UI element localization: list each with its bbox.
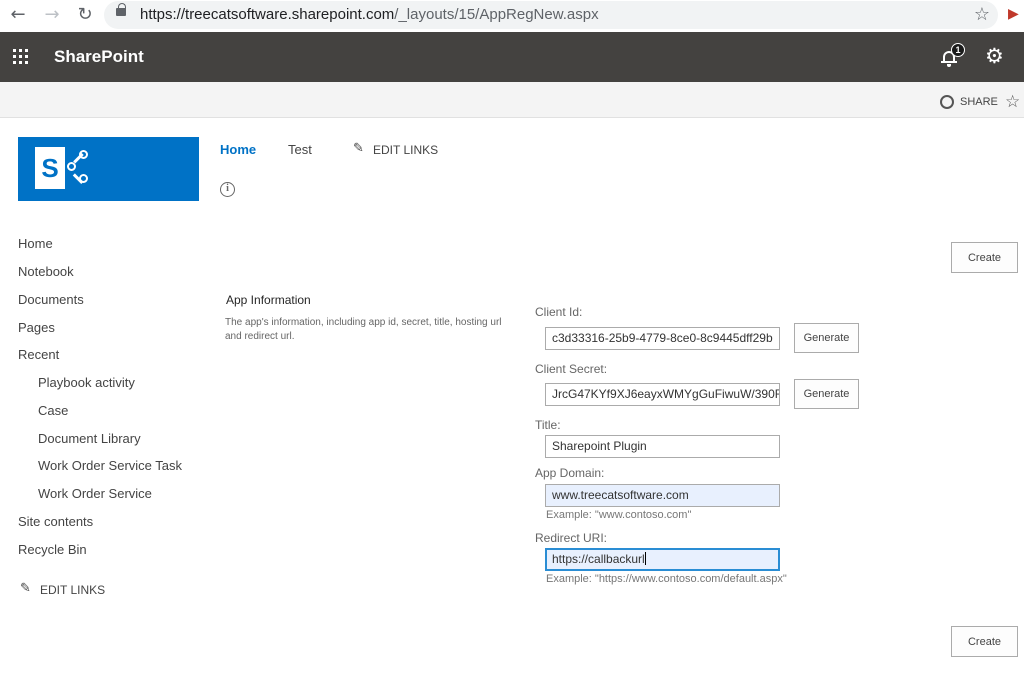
leftnav-case[interactable]: Case	[38, 403, 68, 418]
app-domain-value: www.treecatsoftware.com	[552, 488, 689, 502]
forward-arrow-icon[interactable]: →	[40, 4, 64, 26]
brand-title[interactable]: SharePoint	[54, 47, 144, 67]
title-label: Title:	[535, 418, 561, 432]
leftnav-pages[interactable]: Pages	[18, 320, 55, 335]
back-arrow-icon[interactable]: ←	[6, 4, 30, 26]
leftnav-notebook[interactable]: Notebook	[18, 264, 74, 279]
leftnav-work-order-service-task[interactable]: Work Order Service Task	[38, 458, 182, 473]
app-launcher-icon[interactable]	[13, 49, 29, 65]
gear-icon[interactable]: ⚙	[985, 44, 1004, 68]
pencil-icon[interactable]: ✎	[353, 141, 364, 156]
title-value: Sharepoint Plugin	[552, 439, 647, 453]
url-host: https://treecatsoftware.sharepoint.com	[140, 6, 395, 23]
extension-icon[interactable]: ▶	[1008, 6, 1019, 22]
leftnav-documents[interactable]: Documents	[18, 292, 84, 307]
client-secret-label: Client Secret:	[535, 362, 608, 376]
create-button-bottom[interactable]: Create	[951, 626, 1018, 657]
logo-network-graphic	[65, 150, 93, 184]
leftnav-recycle-bin[interactable]: Recycle Bin	[18, 542, 87, 557]
pencil-icon[interactable]: ✎	[20, 581, 31, 596]
follow-star-icon[interactable]: ☆	[1005, 92, 1020, 112]
browser-toolbar: ← → ↻ https://treecatsoftware.sharepoint…	[0, 0, 1024, 32]
leftnav-recent[interactable]: Recent	[18, 347, 59, 362]
share-bar: SHARE ☆	[0, 82, 1024, 118]
share-icon[interactable]	[940, 95, 954, 109]
client-id-label: Client Id:	[535, 305, 583, 319]
client-id-field[interactable]: c3d33316-25b9-4779-8ce0-8c9445dff29b	[545, 327, 780, 350]
client-secret-value: JrcG47KYf9XJ6eayxWMYgGuFiwuW/390FK4	[552, 387, 780, 401]
redirect-uri-value: https://callbackurl	[552, 552, 645, 566]
app-domain-label: App Domain:	[535, 466, 605, 480]
topnav-home[interactable]: Home	[220, 142, 256, 157]
topnav-test[interactable]: Test	[288, 142, 312, 157]
url-path: /_layouts/15/AppRegNew.aspx	[394, 6, 599, 23]
section-description: The app's information, including app id,…	[225, 317, 502, 342]
leftnav-home[interactable]: Home	[18, 236, 53, 251]
create-button-top[interactable]: Create	[951, 242, 1018, 273]
address-bar[interactable]: https://treecatsoftware.sharepoint.com/_…	[104, 1, 998, 29]
generate-client-secret-button[interactable]: Generate	[794, 379, 859, 409]
site-logo[interactable]: S	[18, 137, 199, 201]
leftnav-edit-links[interactable]: EDIT LINKS	[40, 583, 105, 597]
client-id-value: c3d33316-25b9-4779-8ce0-8c9445dff29b	[552, 331, 773, 345]
section-title: App Information	[226, 293, 311, 307]
client-secret-field[interactable]: JrcG47KYf9XJ6eayxWMYgGuFiwuW/390FK4	[545, 383, 780, 406]
star-icon[interactable]: ☆	[974, 4, 990, 25]
app-domain-field[interactable]: www.treecatsoftware.com	[545, 484, 780, 507]
redirect-uri-label: Redirect URI:	[535, 531, 608, 545]
topnav-edit-links[interactable]: EDIT LINKS	[373, 143, 438, 157]
leftnav-work-order-service[interactable]: Work Order Service	[38, 486, 152, 501]
generate-client-id-button[interactable]: Generate	[794, 323, 859, 353]
notification-badge: 1	[951, 43, 965, 57]
redirect-uri-field[interactable]: https://callbackurl	[545, 548, 780, 571]
text-caret	[644, 552, 646, 565]
title-field[interactable]: Sharepoint Plugin	[545, 435, 780, 458]
bell-icon[interactable]: 1	[940, 43, 965, 68]
suite-bar: SharePoint 1 ⚙	[0, 32, 1024, 82]
redirect-uri-hint: Example: "https://www.contoso.com/defaul…	[546, 573, 787, 585]
url-text[interactable]: https://treecatsoftware.sharepoint.com/_…	[140, 6, 599, 23]
logo-letter: S	[35, 147, 65, 189]
leftnav-playbook-activity[interactable]: Playbook activity	[38, 375, 135, 390]
leftnav-site-contents[interactable]: Site contents	[18, 514, 93, 529]
lock-icon[interactable]	[116, 3, 126, 16]
leftnav-document-library[interactable]: Document Library	[38, 431, 141, 446]
reload-icon[interactable]: ↻	[73, 4, 97, 26]
app-domain-hint: Example: "www.contoso.com"	[546, 509, 692, 521]
share-button[interactable]: SHARE	[960, 96, 998, 108]
info-icon[interactable]: i	[220, 182, 235, 197]
